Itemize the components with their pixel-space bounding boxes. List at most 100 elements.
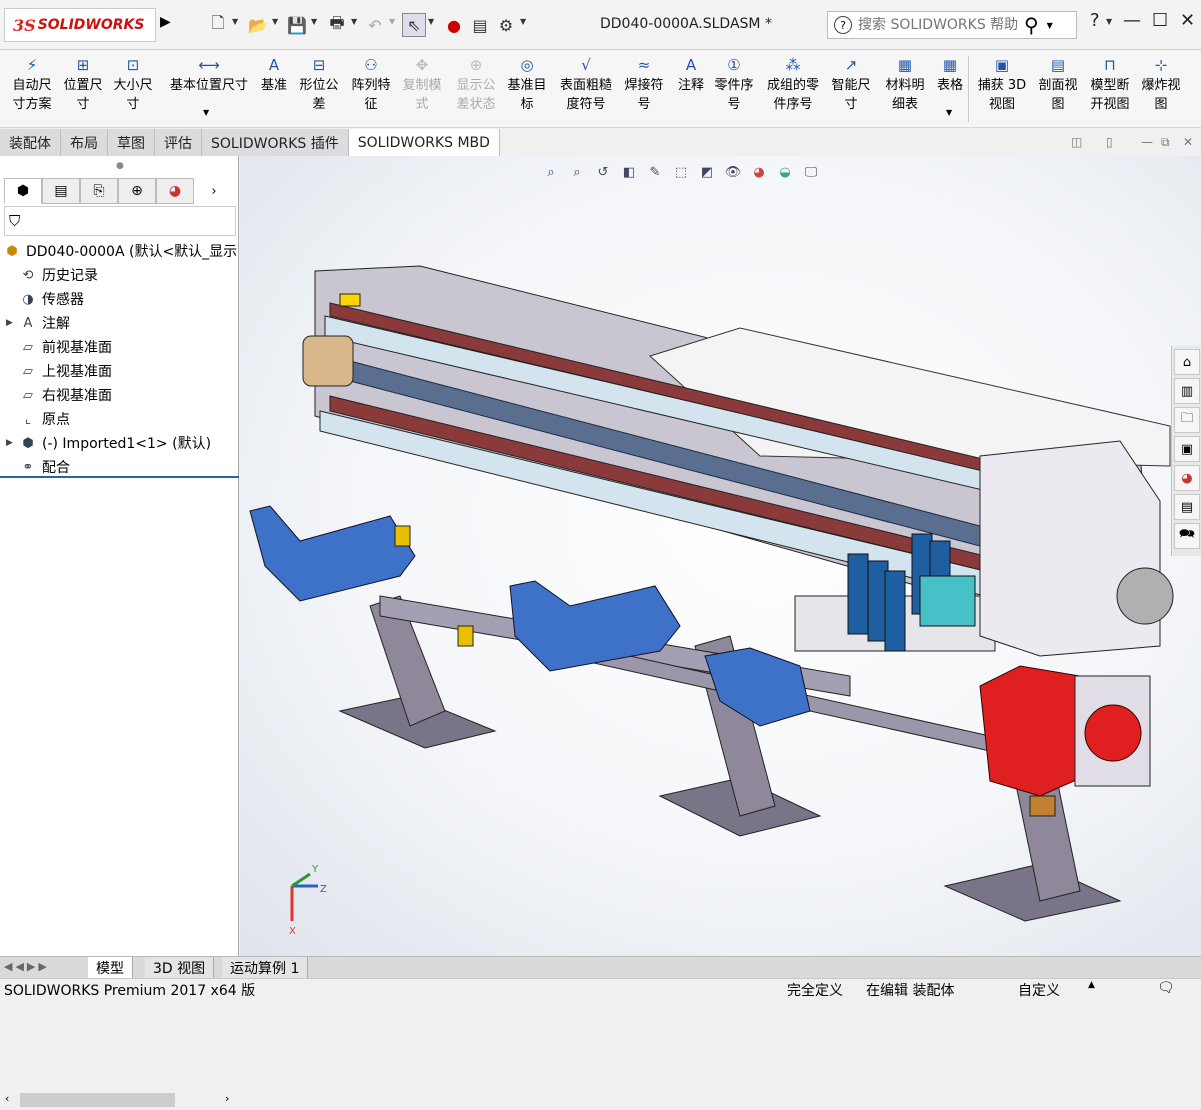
expand-arrow-icon[interactable]: ▶ bbox=[6, 438, 18, 448]
quick-tips-icon[interactable]: 🗨 bbox=[1157, 980, 1175, 996]
ribbon-exploded-view-button[interactable]: ⊹ 爆炸视 图 bbox=[1139, 54, 1183, 114]
file-properties-icon[interactable]: ▤ bbox=[468, 13, 492, 37]
scrollbar-thumb[interactable] bbox=[20, 1093, 175, 1107]
open-icon[interactable]: 📂 bbox=[246, 13, 270, 37]
maximize-doc-icon[interactable]: ⧉ bbox=[1161, 135, 1170, 150]
ribbon-show-tolerance-status-button[interactable]: ⊕ 显示公 差状态 bbox=[452, 54, 500, 114]
tree-item[interactable]: ▱ 右视基准面 bbox=[6, 383, 112, 407]
undo-icon[interactable]: ↶ bbox=[363, 13, 387, 37]
minimize-doc-icon[interactable]: — bbox=[1141, 135, 1153, 149]
view-palette-icon[interactable]: ▣ bbox=[1174, 436, 1200, 462]
ribbon-smart-dimension-button[interactable]: ↗ 智能尺 寸 bbox=[828, 54, 874, 114]
expand-arrow-icon[interactable]: ▶ bbox=[6, 318, 18, 328]
table-dropdown-icon[interactable]: ▼ bbox=[946, 108, 952, 117]
ribbon-pattern-feature-button[interactable]: ⚇ 阵列特 征 bbox=[348, 54, 394, 114]
help-search-box[interactable]: ? ⚲ ▼ bbox=[827, 11, 1077, 39]
tab-2[interactable]: 草图 bbox=[108, 129, 155, 156]
dimxpert-manager-tab-icon[interactable]: ⊕ bbox=[118, 178, 156, 204]
tree-item[interactable]: ⟲ 历史记录 bbox=[6, 263, 98, 287]
help-search-input[interactable] bbox=[858, 17, 1018, 33]
tab-5[interactable]: SOLIDWORKS MBD bbox=[348, 129, 500, 156]
tab-1[interactable]: 布局 bbox=[61, 129, 108, 156]
ribbon-basic-location-dimension-button[interactable]: ⟷ 基本位置尺寸 bbox=[164, 54, 254, 95]
appearances-icon[interactable]: ◕ bbox=[1174, 465, 1200, 491]
tab-3[interactable]: 评估 bbox=[155, 129, 202, 156]
ribbon-section-view-button[interactable]: ▤ 剖面视 图 bbox=[1035, 54, 1081, 114]
tab-model[interactable]: 模型 bbox=[88, 957, 133, 979]
tabs-scroll-right-icon[interactable]: › bbox=[194, 178, 234, 204]
ribbon-location-dimension-button[interactable]: ⊞ 位置尺 寸 bbox=[60, 54, 106, 114]
tile-icon[interactable]: ▯ bbox=[1106, 135, 1113, 149]
ribbon-auto-dimension-button[interactable]: ⚡ 自动尺 寸方案 bbox=[8, 54, 56, 114]
home-icon[interactable]: ⌂ bbox=[1174, 349, 1200, 375]
menu-expand-arrow-icon[interactable]: ▶ bbox=[160, 14, 171, 30]
scroll-left-icon[interactable]: ‹ bbox=[5, 1092, 9, 1105]
select-dropdown-icon[interactable]: ▼ bbox=[428, 17, 434, 26]
tab-motion-study[interactable]: 运动算例 1 bbox=[222, 957, 309, 979]
display-manager-tab-icon[interactable]: ◕ bbox=[156, 178, 194, 204]
tree-item[interactable]: ◑ 传感器 bbox=[6, 287, 84, 311]
tab-3d-views[interactable]: 3D 视图 bbox=[145, 957, 215, 979]
ribbon-datum-button[interactable]: A 基准 bbox=[258, 54, 290, 95]
maximize-button[interactable]: ☐ bbox=[1152, 10, 1168, 31]
tree-item[interactable]: ▶ A 注解 bbox=[6, 311, 70, 335]
print-dropdown-icon[interactable]: ▼ bbox=[351, 17, 357, 26]
open-dropdown-icon[interactable]: ▼ bbox=[272, 17, 278, 26]
ribbon-bom-button[interactable]: ▦ 材料明 细表 bbox=[880, 54, 930, 114]
tree-item[interactable]: ▱ 前视基准面 bbox=[6, 335, 112, 359]
solidworks-logo[interactable]: 3S SOLIDWORKS bbox=[4, 8, 156, 42]
forum-icon[interactable]: 🗪 bbox=[1174, 523, 1200, 549]
configuration-manager-tab-icon[interactable]: ⎘ bbox=[80, 178, 118, 204]
ribbon-balloon-button[interactable]: ① 零件序 号 bbox=[711, 54, 757, 114]
new-document-icon[interactable]: 🗋 bbox=[206, 13, 230, 37]
ribbon-table-button[interactable]: ▦ 表格 bbox=[933, 54, 967, 95]
ribbon-geometric-tolerance-button[interactable]: ⊟ 形位公 差 bbox=[295, 54, 343, 114]
help-dropdown-icon[interactable]: ▼ bbox=[1106, 17, 1112, 26]
ribbon-surface-finish-button[interactable]: √ 表面粗糙 度符号 bbox=[556, 54, 616, 114]
units-dropdown-icon[interactable]: ▲ bbox=[1088, 980, 1095, 990]
ribbon-stacked-balloon-button[interactable]: ⁂ 成组的零 件序号 bbox=[762, 54, 824, 114]
tree-item[interactable]: ⌞ 原点 bbox=[6, 407, 70, 431]
basic-location-dropdown-icon[interactable]: ▼ bbox=[203, 108, 209, 117]
close-button[interactable]: ✕ bbox=[1180, 10, 1195, 31]
rebuild-traffic-light-icon[interactable]: ● bbox=[442, 13, 466, 37]
tab-scroll-arrows-icon[interactable]: ◀◀▶▶ bbox=[4, 960, 50, 973]
new-dropdown-icon[interactable]: ▼ bbox=[232, 17, 238, 26]
help-button[interactable]: ? bbox=[1090, 10, 1100, 31]
units-selector[interactable]: 自定义 bbox=[1018, 980, 1060, 1000]
save-icon[interactable]: 💾 bbox=[285, 13, 309, 37]
options-dropdown-icon[interactable]: ▼ bbox=[520, 17, 526, 26]
ribbon-copy-scheme-button[interactable]: ✥ 复制模 式 bbox=[398, 54, 446, 114]
property-manager-tab-icon[interactable]: ▤ bbox=[42, 178, 80, 204]
tree-horizontal-scrollbar[interactable]: ‹ › bbox=[0, 1090, 239, 1110]
search-dropdown-icon[interactable]: ▼ bbox=[1047, 21, 1053, 30]
assembly-model-render[interactable]: Y Z X bbox=[240, 156, 1201, 956]
ribbon-weld-symbol-button[interactable]: ≈ 焊接符 号 bbox=[621, 54, 667, 114]
search-icon[interactable]: ⚲ bbox=[1024, 13, 1039, 37]
tab-0[interactable]: 装配体 bbox=[0, 129, 61, 156]
close-doc-icon[interactable]: ✕ bbox=[1183, 135, 1193, 149]
undo-dropdown-icon[interactable]: ▼ bbox=[389, 17, 395, 26]
options-gear-icon[interactable]: ⚙ bbox=[494, 13, 518, 37]
ribbon-capture-3d-view-button[interactable]: ▣ 捕获 3D 视图 bbox=[975, 54, 1029, 114]
panel-drag-handle[interactable]: ● bbox=[116, 161, 124, 171]
design-library-icon[interactable]: ▥ bbox=[1174, 378, 1200, 404]
ribbon-size-dimension-button[interactable]: ⊡ 大小尺 寸 bbox=[110, 54, 156, 114]
filter-funnel-icon[interactable]: ⛉ bbox=[9, 212, 20, 230]
graphics-viewport[interactable]: ⌕ ⌕ ↺ ◧ ✎ ⬚ ◩ 👁 ◕ ◒ 🖵 Y Z X ⌂ ▥ 🗀 ▣ ◕ ▤ … bbox=[240, 156, 1201, 956]
ribbon-model-break-view-button[interactable]: ⊓ 模型断 开视图 bbox=[1087, 54, 1133, 114]
tree-item[interactable]: ▶ ⬢ (-) Imported1<1> (默认) bbox=[6, 431, 211, 455]
tree-root-assembly[interactable]: ⬢ DD040-0000A (默认<默认_显示 bbox=[2, 239, 237, 263]
file-explorer-icon[interactable]: 🗀 bbox=[1174, 407, 1200, 433]
print-icon[interactable]: 🖶 bbox=[325, 13, 349, 37]
select-cursor-icon[interactable]: ⇖ bbox=[402, 13, 426, 37]
tree-item[interactable]: ▱ 上视基准面 bbox=[6, 359, 112, 383]
ribbon-note-button[interactable]: A 注释 bbox=[674, 54, 708, 95]
restore-icon[interactable]: ◫ bbox=[1071, 135, 1082, 149]
tree-filter[interactable]: ⛉ bbox=[4, 206, 236, 236]
ribbon-datum-target-button[interactable]: ◎ 基准目 标 bbox=[503, 54, 551, 114]
save-dropdown-icon[interactable]: ▼ bbox=[311, 17, 317, 26]
scroll-right-icon[interactable]: › bbox=[225, 1092, 229, 1105]
tab-4[interactable]: SOLIDWORKS 插件 bbox=[202, 129, 349, 156]
minimize-button[interactable]: — bbox=[1123, 10, 1141, 31]
